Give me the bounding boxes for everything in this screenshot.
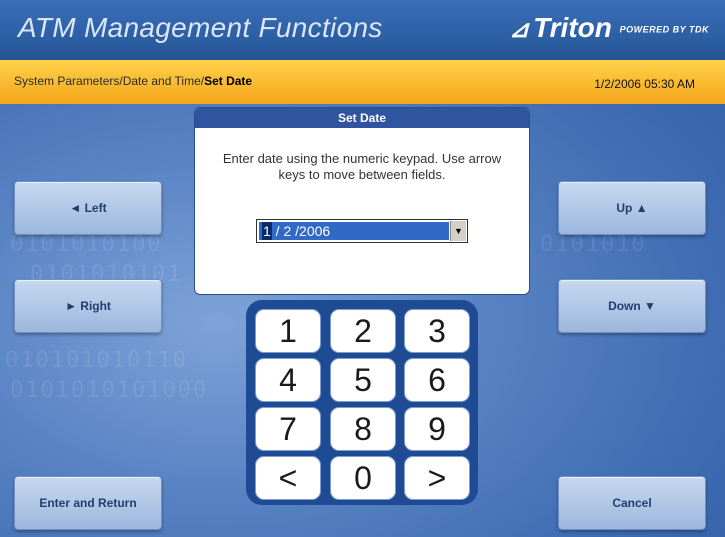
down-button[interactable]: Down ▼ [558,279,706,333]
key-8[interactable]: 8 [330,407,396,451]
binary-watermark: 0101010101000 [10,378,209,403]
binary-watermark: 0101010100 [10,232,163,257]
set-date-dialog: Set Date Enter date using the numeric ke… [194,107,530,295]
key-3[interactable]: 3 [404,309,470,353]
logo-text: Triton [533,12,612,43]
page-title: ATM Management Functions [18,12,383,43]
key-0[interactable]: 0 [330,456,396,500]
date-rest: / 2 /2006 [271,223,331,239]
date-active-field: 1 [262,222,272,240]
key-9[interactable]: 9 [404,407,470,451]
triangle-logo-icon: ⊿ [508,16,530,43]
date-value[interactable]: 1 / 2 /2006 [259,222,449,240]
breadcrumb-bar: System Parameters/Date and Time/Set Date… [0,60,725,104]
breadcrumb-path: System Parameters/Date and Time/ [14,74,205,88]
atm-screen: 0101010100 0101010101 010101010110 01010… [0,0,725,537]
key-1[interactable]: 1 [255,309,321,353]
datetime-display: 1/2/2006 05:30 AM [594,77,695,91]
breadcrumb: System Parameters/Date and Time/Set Date [14,74,252,88]
left-button[interactable]: ◄ Left [14,181,162,235]
dialog-title: Set Date [195,108,529,128]
chevron-down-icon[interactable]: ▼ [450,221,466,241]
key-2[interactable]: 2 [330,309,396,353]
header-bar: ATM Management Functions ⊿ Triton POWERED… [0,0,725,60]
key-forward[interactable]: > [404,456,470,500]
breadcrumb-current: Set Date [204,74,253,88]
logo-suffix: POWERED BY TDK [619,24,709,35]
numeric-keypad: 1 2 3 4 5 6 7 8 9 < 0 > [246,300,478,505]
key-6[interactable]: 6 [404,358,470,402]
up-button[interactable]: Up ▲ [558,181,706,235]
key-back[interactable]: < [255,456,321,500]
cancel-button[interactable]: Cancel [558,476,706,530]
binary-watermark: 010101010110 [5,348,188,373]
key-7[interactable]: 7 [255,407,321,451]
key-4[interactable]: 4 [255,358,321,402]
key-5[interactable]: 5 [330,358,396,402]
date-dropdown[interactable]: 1 / 2 /2006 ▼ [256,219,468,243]
dialog-instructions: Enter date using the numeric keypad. Use… [222,151,502,182]
right-button[interactable]: ► Right [14,279,162,333]
enter-return-button[interactable]: Enter and Return [14,476,162,530]
binary-watermark: 0101010 [540,232,647,257]
triton-logo: ⊿ Triton POWERED BY TDK [509,12,709,44]
